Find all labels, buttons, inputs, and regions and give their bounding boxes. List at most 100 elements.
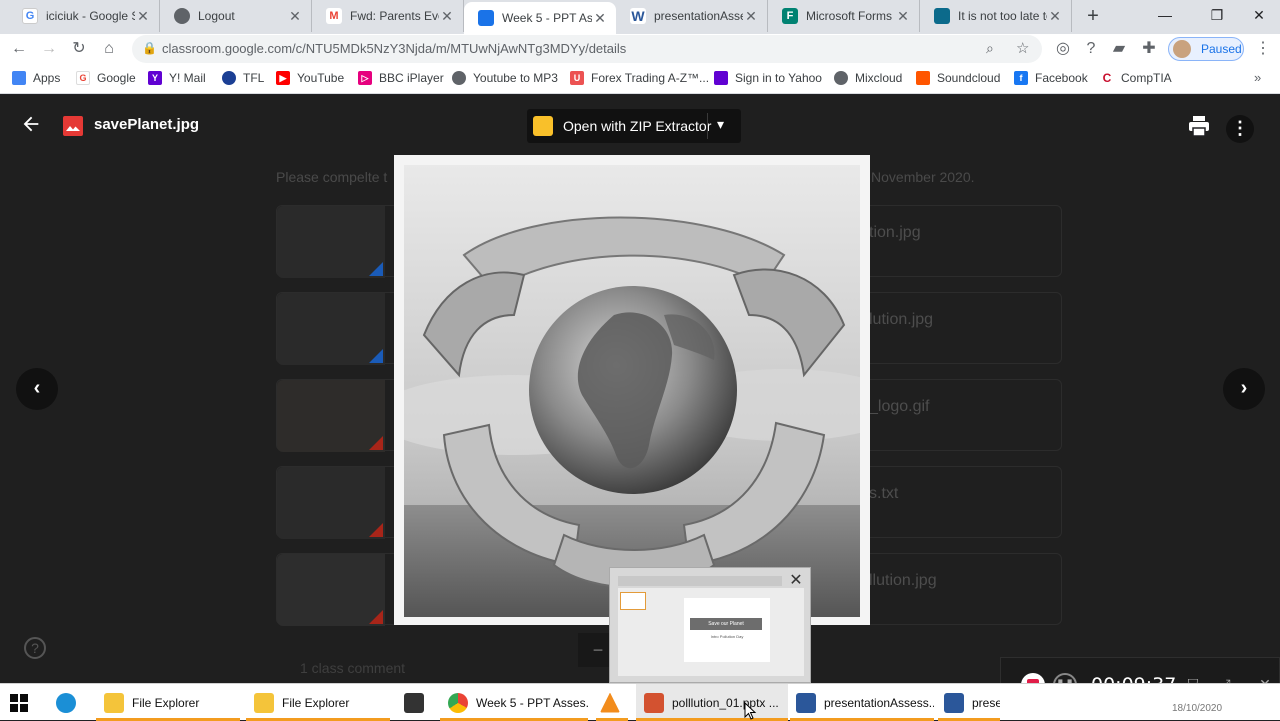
close-icon[interactable]: ✕ [788,573,804,589]
taskbar-item-label: polllution_01.pptx ... [672,695,779,710]
help-extension-icon[interactable]: ? [1080,38,1102,60]
close-icon[interactable]: ✕ [895,8,911,24]
close-icon[interactable]: ✕ [439,8,455,24]
bookmark-label: Youtube to MP3 [473,71,558,85]
tab-microsoft-forms[interactable]: F Microsoft Forms ✕ [768,0,920,32]
tab-google-search[interactable]: G iciciuk - Google Se ✕ [8,0,160,32]
taskbar-item-file-explorer[interactable]: File Explorer [246,684,390,721]
tab-week5-classroom[interactable]: Week 5 - PPT Asse ✕ [464,2,616,34]
store-button[interactable] [400,684,432,721]
google-icon: G [22,8,38,24]
windows-icon [10,693,28,712]
attachment-thumbnail [277,380,385,452]
bookmark-apps[interactable]: Apps [12,71,60,85]
file-type-icon [369,349,383,363]
bookmark-ymail[interactable]: Y Y! Mail [148,71,206,85]
tab-not-too-late[interactable]: It is not too late to ✕ [920,0,1072,32]
file-explorer-icon [254,692,274,713]
help-icon[interactable]: ? [24,637,46,659]
attachment-thumbnail [277,293,385,365]
open-with-button[interactable]: Open with ZIP Extractor ▾ [527,109,741,143]
comptia-icon: C [1100,71,1114,85]
bookmark-label: Soundcloud [937,71,1001,85]
taskbar-item-word[interactable]: prese [938,684,1000,721]
browser-menu-icon[interactable]: ⋮ [1252,38,1274,60]
chat-extension-icon[interactable]: ▰ [1108,38,1130,60]
bookmark-tfl[interactable]: TFL [222,71,264,85]
bookmark-star-icon[interactable]: ☆ [1016,39,1029,57]
bookmark-mixcloud[interactable]: Mixcloud [834,71,902,85]
new-tab-button[interactable]: + [1082,6,1104,28]
vlc-button[interactable] [596,684,628,721]
close-icon[interactable]: ✕ [1047,8,1063,24]
bookmark-bbc-iplayer[interactable]: ▷ BBC iPlayer [358,71,444,85]
taskbar-item-chrome[interactable]: Week 5 - PPT Asses... [440,684,588,721]
more-options-icon[interactable]: ⋮ [1226,115,1254,143]
bookmarks-overflow-icon[interactable]: » [1254,70,1261,85]
apps-grid-icon [12,71,26,85]
back-arrow-icon[interactable] [20,113,46,139]
extension-icon[interactable]: ◎ [1052,38,1074,60]
bookmark-label: Sign in to Yahoo [735,71,822,85]
profile-paused-button[interactable]: Paused [1168,37,1244,61]
file-type-icon [369,523,383,537]
zoom-icon[interactable]: ⌕ [986,40,994,57]
bookmark-comptia[interactable]: C CompTIA [1100,71,1172,85]
previous-file-arrow-icon[interactable]: ‹ [16,368,58,410]
taskbar-item-label: File Explorer [282,695,350,710]
bookmark-youtube-mp3[interactable]: Youtube to MP3 [452,71,558,85]
bookmark-label: TFL [243,71,265,85]
close-window-button[interactable]: ✕ [1236,0,1280,30]
bookmark-forex[interactable]: U Forex Trading A-Z™... [570,71,709,85]
close-icon[interactable]: ✕ [287,8,303,24]
close-icon[interactable]: ✕ [592,10,608,26]
clock-date: 18/10/2020 [1172,703,1223,714]
next-file-arrow-icon[interactable]: › [1223,368,1265,410]
reload-icon[interactable]: ↻ [68,38,90,60]
iplayer-icon: ▷ [358,71,372,85]
browser-toolbar: ← → ↻ ⌂ 🔒 classroom.google.com/c/NTU5MDk… [0,34,1280,64]
bookmark-soundcloud[interactable]: Soundcloud [916,71,1000,85]
taskbar-item-label: Week 5 - PPT Asses... [476,695,588,710]
save-planet-photo [404,165,860,617]
attachment-name: s.txt [869,485,899,502]
tab-gmail[interactable]: M Fwd: Parents Even ✕ [312,0,464,32]
restore-button[interactable]: ❐ [1194,0,1240,30]
attachment-thumbnail [277,206,385,278]
tab-title: Microsoft Forms [806,9,893,23]
back-icon[interactable]: ← [8,38,30,60]
bookmark-google[interactable]: G Google [76,71,136,85]
minimize-button[interactable]: — [1142,0,1188,30]
close-icon[interactable]: ✕ [743,8,759,24]
taskbar-thumbnail-preview[interactable]: ✕ Save our Planet Intro Pollution Day [609,567,811,683]
forward-icon[interactable]: → [38,38,60,60]
image-file-icon [63,116,83,136]
tab-logout[interactable]: Logout ✕ [160,0,312,32]
bookmark-label: Forex Trading A-Z™... [591,71,710,85]
bookmark-label: Apps [33,71,61,85]
word-icon: W [630,8,646,24]
taskbar-item-word[interactable]: presentationAssess... [790,684,934,721]
bookmark-yahoo-signin[interactable]: Sign in to Yahoo [714,71,822,85]
class-comment-link[interactable]: 1 class comment [300,660,405,676]
soundcloud-icon [916,71,930,85]
home-icon[interactable]: ⌂ [98,38,120,60]
yahoo-icon: Y [148,71,162,85]
taskbar-item-powerpoint[interactable]: polllution_01.pptx ... [636,684,788,721]
close-icon[interactable]: ✕ [135,8,151,24]
address-bar[interactable]: 🔒 classroom.google.com/c/NTU5MDk5NzY3Njd… [132,35,1042,63]
print-icon[interactable] [1187,115,1211,137]
chevron-down-icon[interactable]: ▾ [717,116,724,133]
puzzle-icon[interactable]: ✚ [1138,38,1160,60]
edge-button[interactable] [56,684,82,721]
bookmark-youtube[interactable]: ▶ YouTube [276,71,344,85]
start-button[interactable] [10,684,36,721]
tab-presentation-word[interactable]: W presentationAsses ✕ [616,0,768,32]
taskbar-item-label: File Explorer [132,695,200,710]
tab-title: iciciuk - Google Se [46,9,135,23]
bookmark-facebook[interactable]: f Facebook [1014,71,1088,85]
attachment-name: _logo.gif [869,398,930,415]
tab-title: Logout [198,9,235,23]
taskbar-item-file-explorer[interactable]: File Explorer [96,684,240,721]
bookmark-label: Y! Mail [169,71,206,85]
